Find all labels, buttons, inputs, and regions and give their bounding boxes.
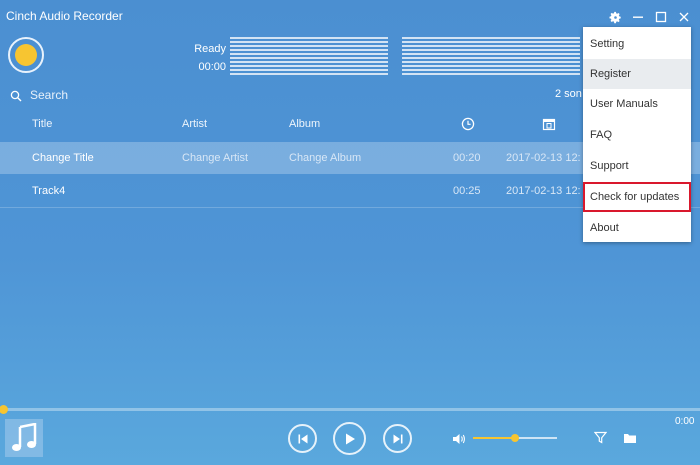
minimize-icon[interactable] [629, 8, 647, 26]
music-note-icon [5, 419, 43, 457]
search-input[interactable]: Search [30, 88, 68, 102]
filter-icon[interactable] [593, 431, 608, 449]
column-artist[interactable]: Artist [182, 118, 207, 130]
track-title: Change Title [32, 152, 94, 164]
track-duration: 00:20 [453, 152, 481, 164]
track-album: Change Album [289, 152, 362, 164]
record-time: 00:00 [198, 61, 226, 73]
previous-icon[interactable] [288, 424, 317, 453]
record-dot [15, 44, 37, 66]
search-icon[interactable] [10, 89, 22, 107]
app-title: Cinch Audio Recorder [6, 9, 123, 23]
next-icon[interactable] [383, 424, 412, 453]
settings-menu: Setting Register User Manuals FAQ Suppor… [583, 27, 691, 242]
volume-knob[interactable] [511, 434, 519, 442]
close-icon[interactable] [675, 8, 693, 26]
menu-item-setting[interactable]: Setting [583, 29, 691, 59]
column-title[interactable]: Title [32, 118, 52, 130]
progress-bar[interactable] [0, 408, 700, 411]
clock-icon[interactable] [461, 117, 475, 136]
menu-item-support[interactable]: Support [583, 151, 691, 181]
recorder-status: Ready 00:00 [150, 40, 226, 76]
song-count: 2 son [555, 88, 582, 100]
track-artist: Change Artist [182, 152, 249, 164]
track-date: 2017-02-13 12: [506, 185, 581, 197]
status-text: Ready [194, 43, 226, 55]
folder-icon[interactable] [623, 431, 637, 449]
menu-item-register[interactable]: Register [583, 59, 691, 89]
maximize-icon[interactable] [652, 8, 670, 26]
calendar-icon[interactable] [542, 117, 556, 136]
level-meter-right [402, 37, 580, 77]
menu-item-user-manuals[interactable]: User Manuals [583, 89, 691, 119]
level-meter-left [230, 37, 388, 77]
menu-item-check-for-updates[interactable]: Check for updates [583, 182, 691, 212]
track-date: 2017-02-13 12: [506, 152, 581, 164]
column-album[interactable]: Album [289, 118, 320, 130]
level-meter [230, 37, 580, 77]
menu-item-faq[interactable]: FAQ [583, 120, 691, 150]
play-icon[interactable] [333, 422, 366, 455]
menu-item-about[interactable]: About [583, 213, 691, 243]
gear-icon[interactable] [606, 8, 624, 26]
track-title: Track4 [32, 185, 66, 197]
record-button[interactable] [8, 37, 44, 73]
volume-icon[interactable] [452, 432, 466, 450]
elapsed-time: 0:00 [675, 416, 695, 427]
track-duration: 00:25 [453, 185, 481, 197]
volume-level [473, 437, 515, 439]
progress-handle[interactable] [0, 405, 8, 414]
